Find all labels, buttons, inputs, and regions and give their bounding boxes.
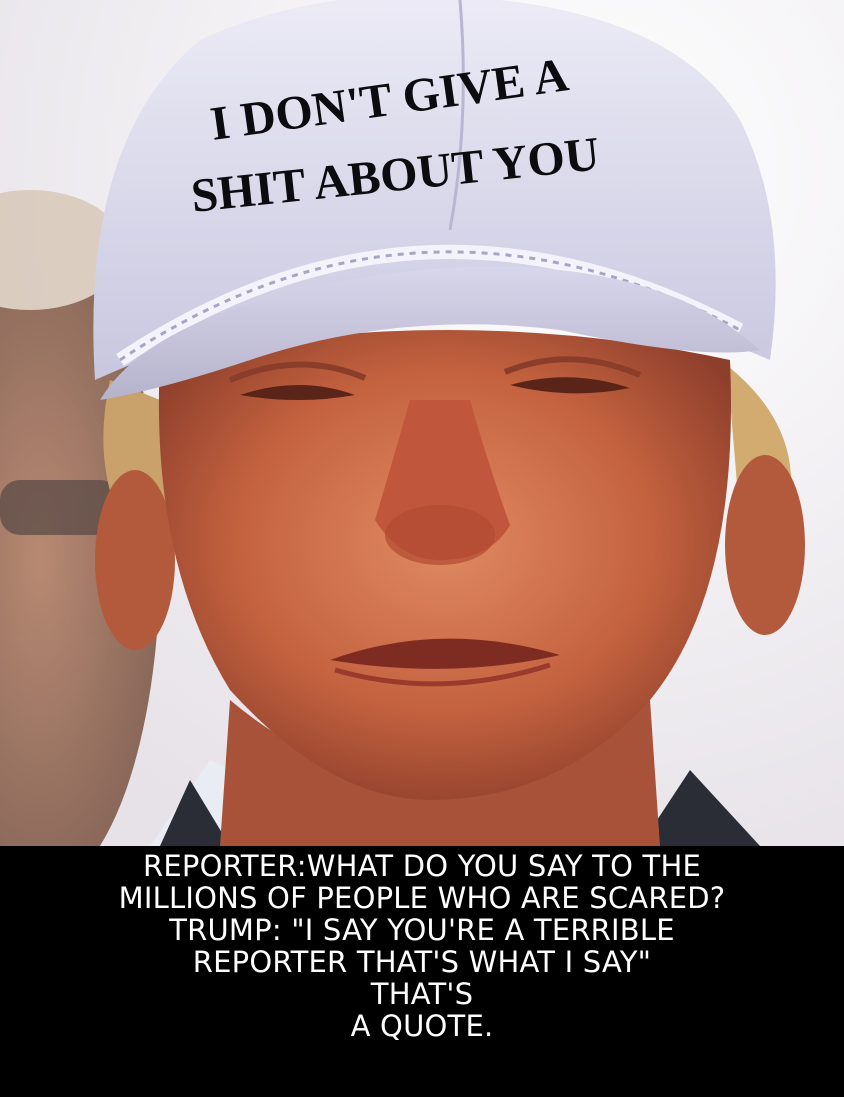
caption-line-4: REPORTER THAT'S WHAT I SAY" xyxy=(192,945,652,979)
caption-line-6: A QUOTE. xyxy=(350,1009,494,1043)
meme-image: I DON'T GIVE A SHIT ABOUT YOU REPORTER:W… xyxy=(0,0,844,1097)
cap-slogan: I DON'T GIVE A SHIT ABOUT YOU xyxy=(175,22,675,222)
caption-line-2: MILLIONS OF PEOPLE WHO ARE SCARED? xyxy=(118,881,726,915)
portrait-photo: I DON'T GIVE A SHIT ABOUT YOU xyxy=(0,0,844,846)
caption-line-5: THAT'S xyxy=(370,977,474,1011)
caption-line-1: REPORTER:WHAT DO YOU SAY TO THE xyxy=(143,849,701,883)
caption-line-3: TRUMP: "I SAY YOU'RE A TERRIBLE xyxy=(169,913,675,947)
right-ear xyxy=(725,455,805,635)
caption-box: REPORTER:WHAT DO YOU SAY TO THE MILLIONS… xyxy=(0,846,844,1097)
left-ear xyxy=(95,470,175,650)
